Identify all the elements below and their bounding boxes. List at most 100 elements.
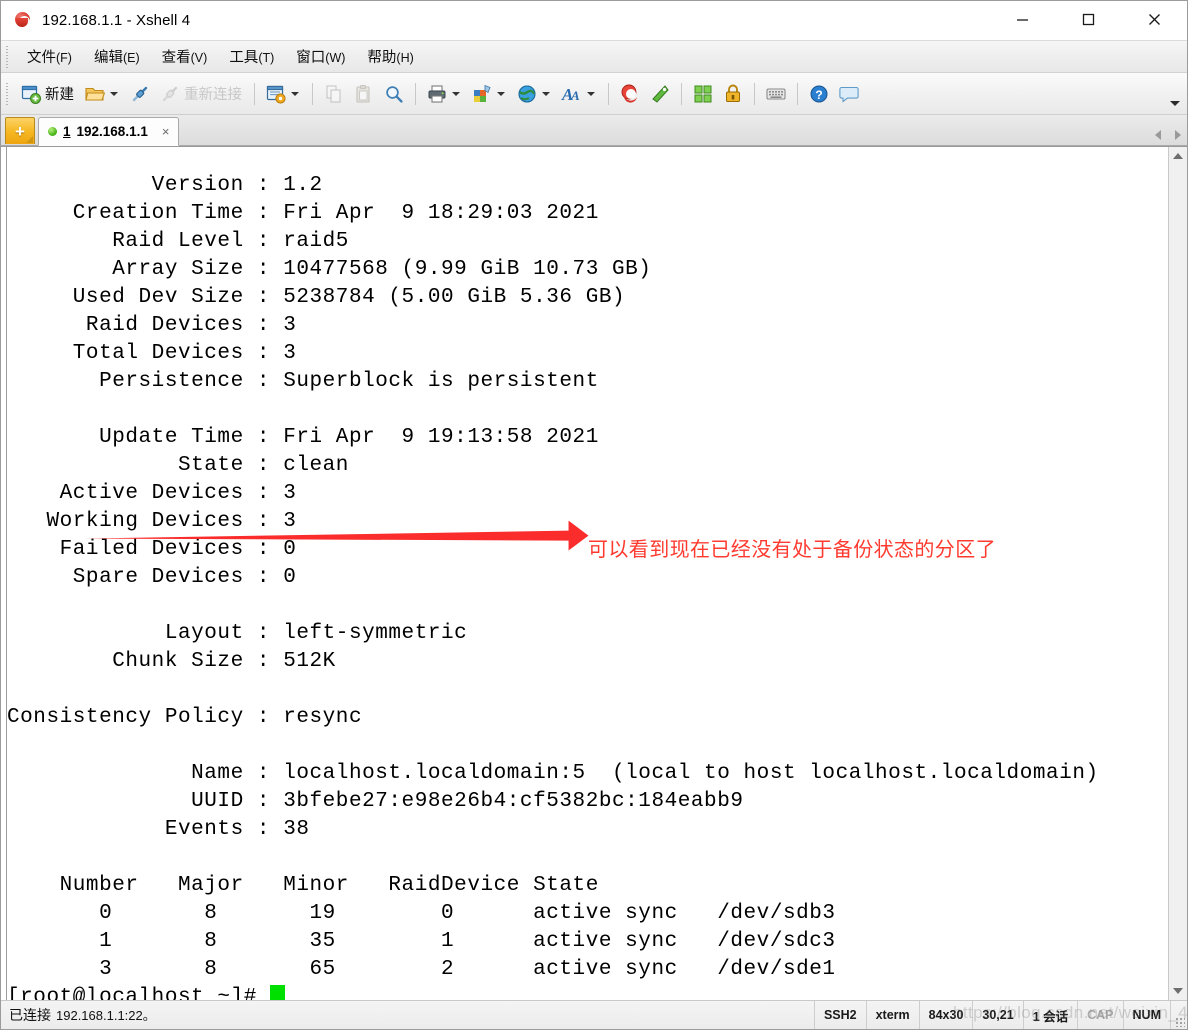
tab-title: 192.168.1.1 bbox=[76, 124, 148, 139]
close-icon[interactable] bbox=[1121, 1, 1187, 38]
new-window-icon bbox=[20, 83, 42, 105]
toolbar-gripper[interactable] bbox=[4, 82, 12, 105]
minimize-icon[interactable] bbox=[989, 1, 1055, 38]
web-caret-icon[interactable] bbox=[542, 91, 550, 96]
font-icon: A A bbox=[561, 83, 583, 105]
speech-bubble-icon bbox=[838, 83, 860, 105]
toolbar-separator bbox=[312, 82, 313, 105]
status-bar: 已连接 192.168.1.1:22。 SSH2 xterm 84x30 30,… bbox=[1, 1000, 1187, 1029]
menu-window[interactable]: 窗口(W) bbox=[285, 42, 356, 71]
web-button[interactable] bbox=[512, 77, 557, 111]
reconnect-label: 重新连接 bbox=[184, 87, 242, 103]
properties-icon bbox=[265, 83, 287, 105]
resize-grip-icon[interactable] bbox=[1170, 1001, 1187, 1029]
toolbar-separator bbox=[608, 82, 609, 105]
font-caret-icon[interactable] bbox=[587, 91, 595, 96]
reconnect-button[interactable]: 重新连接 bbox=[155, 77, 248, 111]
menu-window-accel: (W) bbox=[325, 51, 346, 65]
keyboard-button[interactable] bbox=[761, 77, 791, 111]
terminal-scrollbar[interactable] bbox=[1168, 147, 1187, 1000]
plug-connect-icon bbox=[129, 83, 151, 105]
tab-scroll-right-icon[interactable] bbox=[1175, 130, 1181, 140]
tab-bar: + 1 192.168.1.1 × bbox=[1, 115, 1187, 146]
toolbar-overflow-icon[interactable] bbox=[1170, 101, 1180, 106]
xshell-logo-icon bbox=[13, 10, 33, 30]
menu-window-label: 窗口 bbox=[296, 50, 326, 66]
menubar-gripper[interactable] bbox=[4, 45, 12, 68]
xshell-icon bbox=[619, 83, 641, 105]
connection-status-icon bbox=[48, 127, 57, 136]
find-button[interactable] bbox=[379, 77, 409, 111]
status-emulation: xterm bbox=[865, 1001, 919, 1029]
help-icon: ? bbox=[808, 83, 830, 105]
status-connection: 已连接 192.168.1.1:22。 bbox=[1, 1005, 814, 1025]
paste-icon bbox=[353, 83, 375, 105]
tile-windows-icon bbox=[692, 83, 714, 105]
printer-icon bbox=[426, 83, 448, 105]
tab-scroll-controls bbox=[1155, 130, 1181, 140]
menu-edit-accel: (E) bbox=[122, 51, 140, 65]
arrange-windows-button[interactable] bbox=[688, 77, 718, 111]
xftp-button[interactable] bbox=[645, 77, 675, 111]
session-properties-caret-icon[interactable] bbox=[291, 91, 299, 96]
toolbar-separator bbox=[254, 82, 255, 105]
title-bar: 192.168.1.1 - Xshell 4 bbox=[1, 1, 1187, 40]
lock-button[interactable] bbox=[718, 77, 748, 111]
toolbar-separator bbox=[415, 82, 416, 105]
window-controls bbox=[989, 1, 1187, 38]
keyboard-icon bbox=[765, 83, 787, 105]
xshell-window: 192.168.1.1 - Xshell 4 文件(F) 编辑(E) 查看(V)… bbox=[0, 0, 1188, 1030]
menu-file[interactable]: 文件(F) bbox=[16, 42, 83, 71]
open-session-button[interactable] bbox=[80, 77, 125, 111]
terminal-screen[interactable]: Version : 1.2 Creation Time : Fri Apr 9 … bbox=[7, 147, 1168, 1000]
status-num-lock: NUM bbox=[1122, 1001, 1170, 1029]
menu-file-accel: (F) bbox=[56, 51, 72, 65]
search-icon bbox=[383, 83, 405, 105]
globe-icon bbox=[516, 83, 538, 105]
print-caret-icon[interactable] bbox=[452, 91, 460, 96]
menu-help-label: 帮助 bbox=[367, 50, 397, 66]
font-button[interactable]: A A bbox=[557, 77, 602, 111]
new-tab-button[interactable]: + bbox=[5, 117, 35, 144]
tab-scroll-left-icon[interactable] bbox=[1155, 130, 1161, 140]
status-size: 84x30 bbox=[918, 1001, 973, 1029]
xshell-button[interactable] bbox=[615, 77, 645, 111]
scroll-up-icon[interactable] bbox=[1169, 147, 1187, 165]
tab-close-icon[interactable]: × bbox=[160, 125, 172, 138]
tab-session-1[interactable]: 1 192.168.1.1 × bbox=[38, 117, 180, 146]
chat-button[interactable] bbox=[834, 77, 864, 111]
menu-tools-accel: (T) bbox=[258, 51, 275, 65]
color-scheme-button[interactable] bbox=[467, 77, 512, 111]
menu-view-accel: (V) bbox=[190, 51, 208, 65]
status-address: 192.168.1.1:22。 bbox=[56, 1008, 156, 1023]
color-scheme-caret-icon[interactable] bbox=[497, 91, 505, 96]
help-button[interactable]: ? bbox=[804, 77, 834, 111]
menu-edit[interactable]: 编辑(E) bbox=[83, 42, 151, 71]
menu-file-label: 文件 bbox=[27, 50, 56, 66]
xftp-icon bbox=[649, 83, 671, 105]
toolbar: 新建 重新连接 A A ? bbox=[1, 73, 1187, 115]
paste-button[interactable] bbox=[349, 77, 379, 111]
copy-button[interactable] bbox=[319, 77, 349, 111]
menu-help-accel: (H) bbox=[396, 51, 414, 65]
scroll-down-icon[interactable] bbox=[1169, 982, 1187, 1000]
plus-icon: + bbox=[15, 121, 25, 141]
menu-help[interactable]: 帮助(H) bbox=[356, 42, 424, 71]
menu-tools-label: 工具 bbox=[229, 50, 259, 66]
scrollbar-track[interactable] bbox=[1169, 165, 1187, 982]
open-session-caret-icon[interactable] bbox=[110, 91, 118, 96]
maximize-icon[interactable] bbox=[1055, 1, 1121, 38]
new-session-button[interactable]: 新建 bbox=[16, 77, 80, 111]
menu-view[interactable]: 查看(V) bbox=[151, 42, 219, 71]
session-properties-button[interactable] bbox=[261, 77, 306, 111]
annotation-text: 可以看到现在已经没有处于备份状态的分区了 bbox=[588, 537, 996, 561]
terminal-output: Version : 1.2 Creation Time : Fri Apr 9 … bbox=[7, 172, 1099, 1000]
menu-tools[interactable]: 工具(T) bbox=[218, 42, 285, 71]
palette-icon bbox=[471, 83, 493, 105]
print-button[interactable] bbox=[422, 77, 467, 111]
toolbar-separator bbox=[754, 82, 755, 105]
connect-button[interactable] bbox=[125, 77, 155, 111]
new-session-label: 新建 bbox=[45, 87, 74, 103]
lock-icon bbox=[722, 83, 744, 105]
menu-edit-label: 编辑 bbox=[93, 50, 123, 66]
